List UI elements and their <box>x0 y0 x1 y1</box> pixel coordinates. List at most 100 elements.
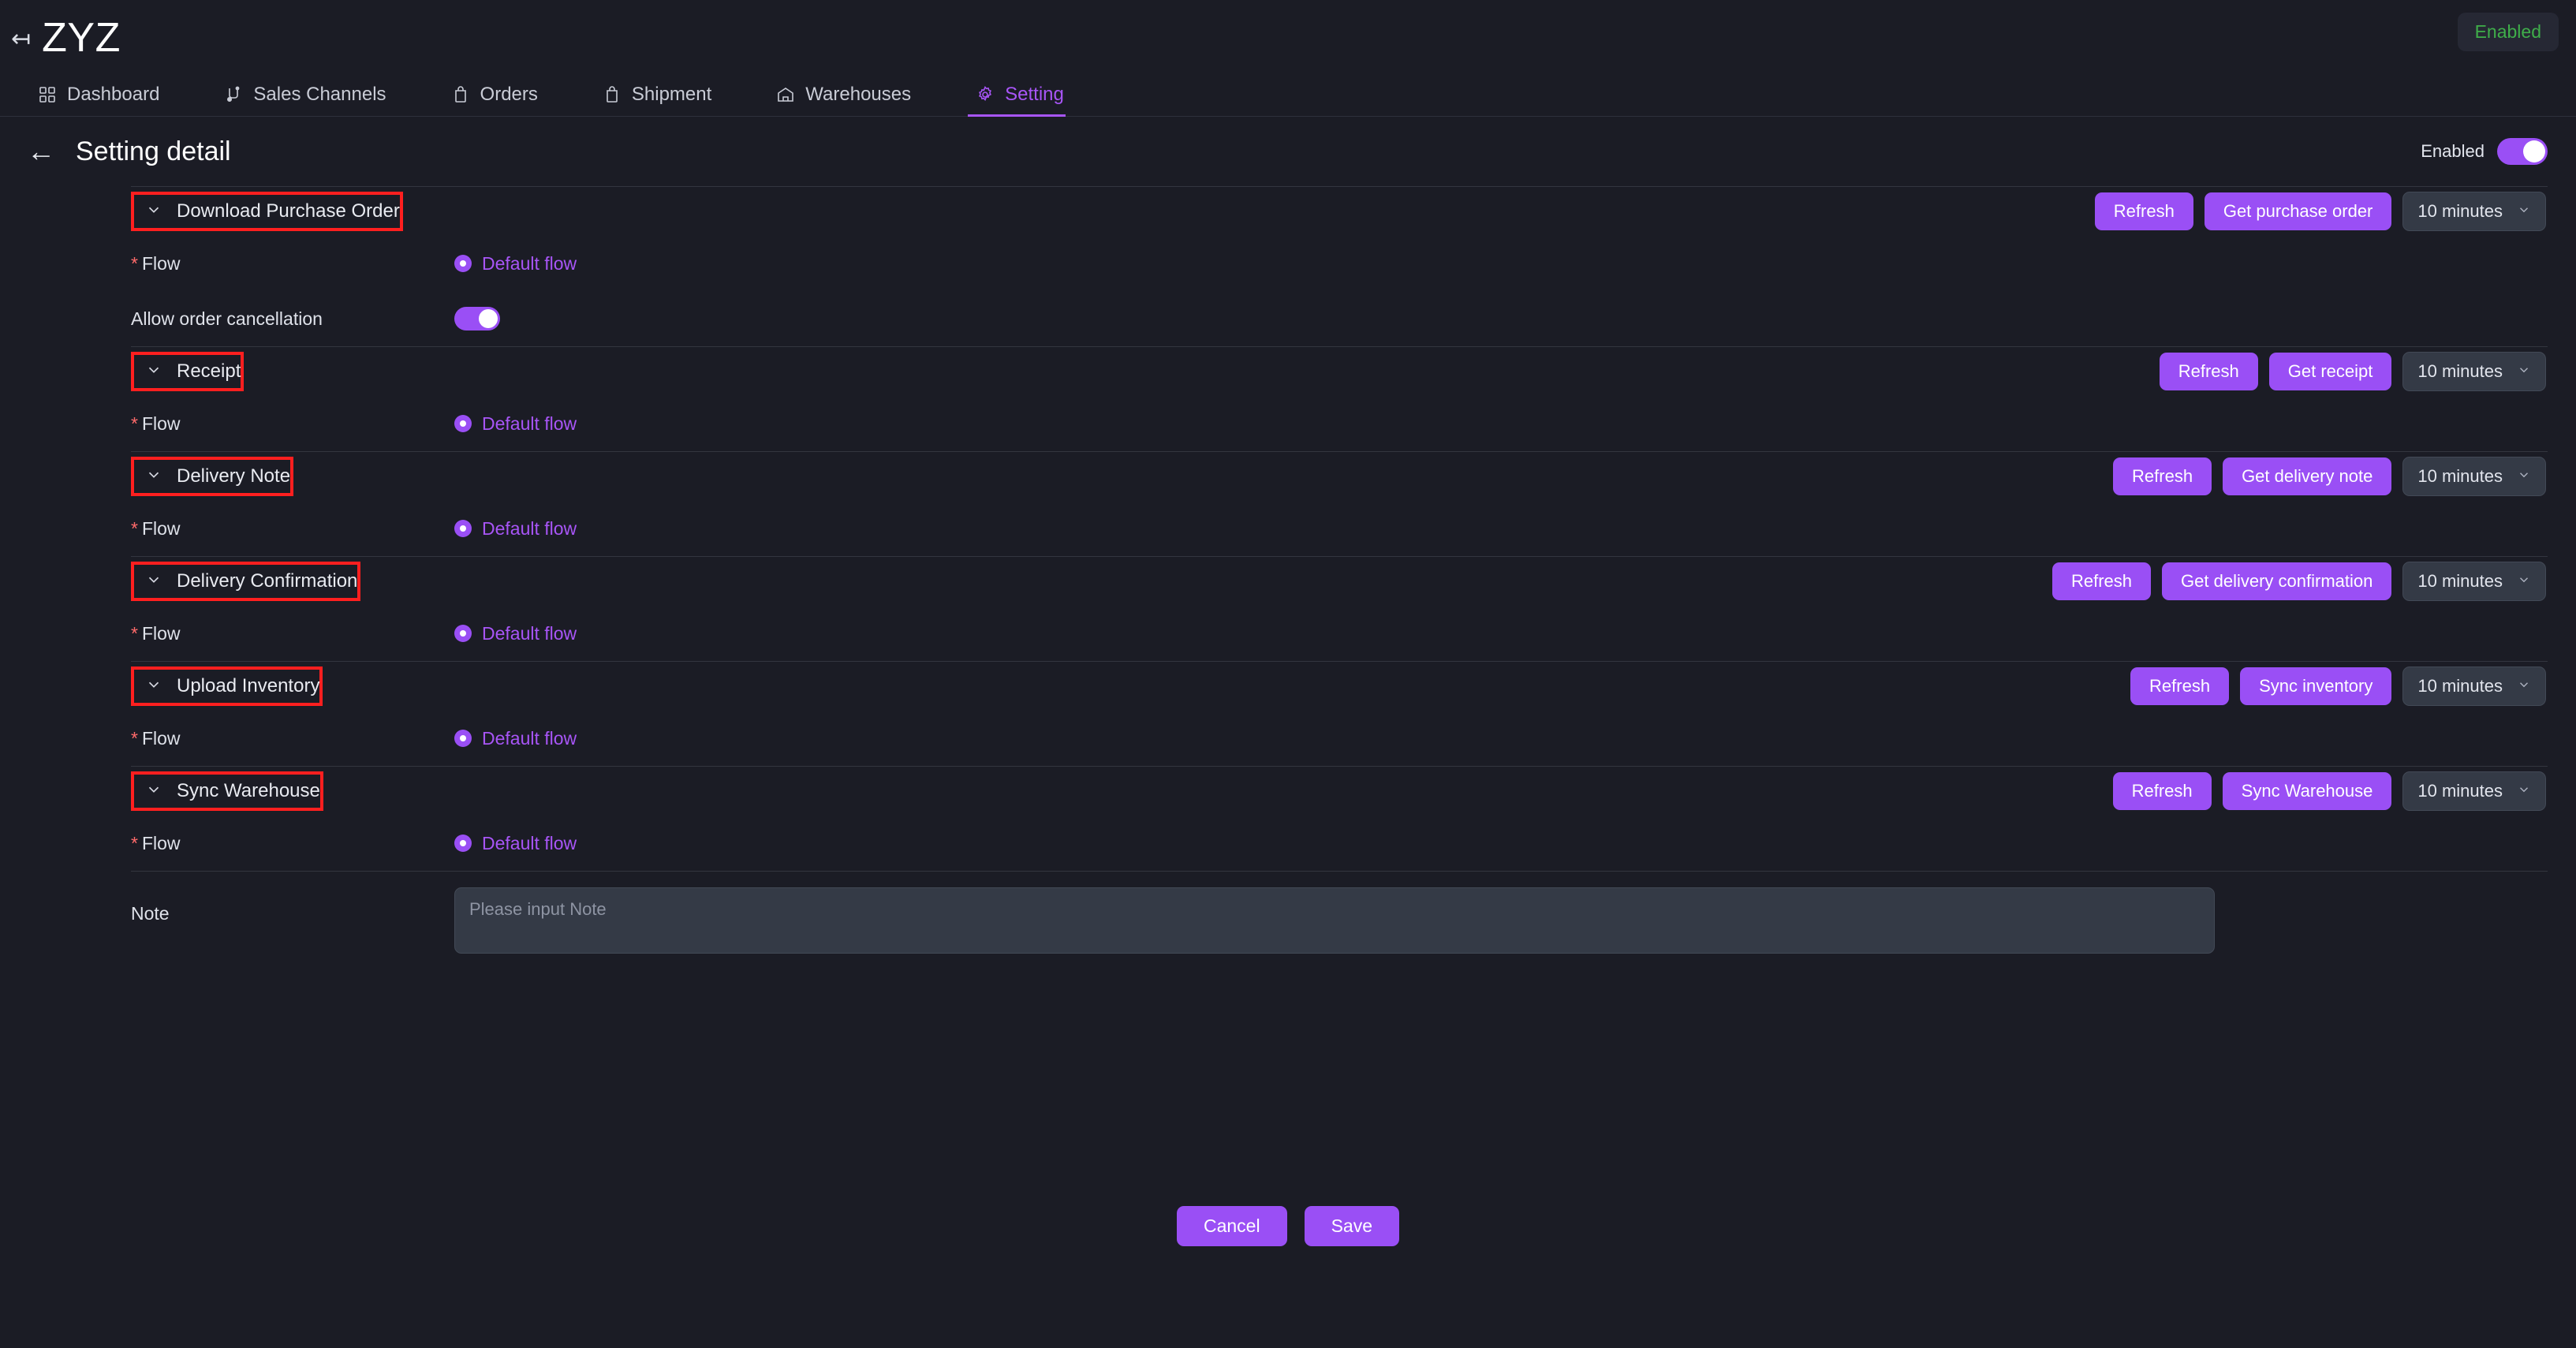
tab-dashboard-label: Dashboard <box>67 84 160 105</box>
section-action-button[interactable]: Get delivery note <box>2223 457 2392 495</box>
interval-select[interactable]: 10 minutes <box>2402 352 2546 391</box>
section-toggle-header[interactable]: Sync Warehouse <box>131 771 323 811</box>
radio-button[interactable] <box>454 730 472 747</box>
refresh-button[interactable]: Refresh <box>2159 353 2258 390</box>
flow-radio-option[interactable]: Default flow <box>454 518 577 540</box>
chevron-down-icon[interactable] <box>145 676 162 697</box>
tab-setting[interactable]: Setting <box>968 84 1089 117</box>
flow-radio-option[interactable]: Default flow <box>454 623 577 644</box>
bag-icon <box>603 85 622 104</box>
tab-warehouses-label: Warehouses <box>805 84 912 105</box>
brand-title: ZYZ <box>42 15 121 61</box>
section-header-row: Delivery Note Refresh Get delivery note 10 … <box>28 452 2548 501</box>
chevron-down-icon <box>2517 361 2531 382</box>
field-label-text: Flow <box>141 517 181 539</box>
field-label: * Flow <box>131 253 454 274</box>
interval-select[interactable]: 10 minutes <box>2402 562 2546 601</box>
section-toggle-header[interactable]: Delivery Confirmation <box>131 562 361 601</box>
interval-select[interactable]: 10 minutes <box>2402 457 2546 496</box>
app-back-icon[interactable]: ↤ <box>11 28 31 51</box>
save-button[interactable]: Save <box>1304 1206 1400 1246</box>
radio-button[interactable] <box>454 255 472 272</box>
tab-dashboard[interactable]: Dashboard <box>30 84 185 117</box>
radio-button[interactable] <box>454 520 472 537</box>
flow-radio-option[interactable]: Default flow <box>454 253 577 274</box>
settings-section: Sync Warehouse Refresh Sync Warehouse 10 mi… <box>28 766 2548 871</box>
required-asterisk: * <box>131 252 138 274</box>
radio-button[interactable] <box>454 415 472 432</box>
section-toggle-header[interactable]: Upload Inventory <box>131 667 323 706</box>
chevron-down-icon <box>2517 466 2531 487</box>
section-action-button[interactable]: Get purchase order <box>2204 192 2392 230</box>
refresh-button[interactable]: Refresh <box>2112 772 2212 810</box>
bag-icon <box>451 85 470 104</box>
section-action-button[interactable]: Sync inventory <box>2240 667 2392 705</box>
section-toggle-header[interactable]: Receipt <box>131 352 245 391</box>
interval-select[interactable]: 10 minutes <box>2402 667 2546 706</box>
enabled-control: Enabled <box>2421 138 2548 165</box>
radio-button[interactable] <box>454 625 472 642</box>
page-title: Setting detail <box>76 136 231 166</box>
chevron-down-icon <box>2517 201 2531 222</box>
interval-select-value: 10 minutes <box>2417 466 2503 486</box>
enabled-label: Enabled <box>2421 141 2485 161</box>
arrow-left-icon[interactable]: ← <box>27 137 55 166</box>
interval-select[interactable]: 10 minutes <box>2402 192 2546 231</box>
settings-section: Delivery Note Refresh Get delivery note 10 … <box>28 451 2548 556</box>
tab-shipment-label: Shipment <box>631 84 712 105</box>
radio-label: Default flow <box>482 413 577 434</box>
channels-icon <box>224 85 243 104</box>
flow-radio-option[interactable]: Default flow <box>454 728 577 749</box>
refresh-button[interactable]: Refresh <box>2052 562 2152 600</box>
section-title: Upload Inventory <box>177 675 320 696</box>
enabled-toggle[interactable] <box>2497 138 2548 165</box>
grid-icon <box>38 85 57 104</box>
app-header: ↤ ZYZ Enabled <box>0 0 2576 76</box>
section-actions: Refresh Sync inventory 10 minutes <box>2130 667 2546 706</box>
status-badge: Enabled <box>2457 13 2559 51</box>
required-asterisk: * <box>131 413 138 434</box>
section-header-row: Delivery Confirmation Refresh Get delivery… <box>28 557 2548 606</box>
section-toggle-header[interactable]: Download Purchase Order <box>131 192 403 231</box>
tab-orders-label: Orders <box>480 84 538 105</box>
flow-radio-option[interactable]: Default flow <box>454 413 577 435</box>
field-row: * Flow Default flow <box>28 606 2548 661</box>
cancel-button[interactable]: Cancel <box>1176 1206 1287 1246</box>
interval-select-value: 10 minutes <box>2417 571 2503 591</box>
interval-select[interactable]: 10 minutes <box>2402 771 2546 811</box>
section-actions: Refresh Get delivery confirmation 10 minut… <box>2052 562 2546 601</box>
section-toggle-header[interactable]: Delivery Note <box>131 457 294 496</box>
radio-label: Default flow <box>482 252 577 274</box>
chevron-down-icon[interactable] <box>145 571 162 592</box>
chevron-down-icon[interactable] <box>145 781 162 802</box>
radio-button[interactable] <box>454 835 472 852</box>
section-header-row: Sync Warehouse Refresh Sync Warehouse 10 mi… <box>28 767 2548 816</box>
refresh-button[interactable]: Refresh <box>2113 457 2212 495</box>
section-title: Download Purchase Order <box>177 200 400 222</box>
chevron-down-icon[interactable] <box>145 361 162 383</box>
chevron-down-icon[interactable] <box>145 466 162 487</box>
refresh-button[interactable]: Refresh <box>2130 667 2230 705</box>
tab-setting-label: Setting <box>1005 84 1064 105</box>
interval-select-value: 10 minutes <box>2417 361 2503 381</box>
gear-icon <box>976 85 995 104</box>
note-input[interactable] <box>454 887 2215 954</box>
flow-radio-option[interactable]: Default flow <box>454 833 577 854</box>
section-action-button[interactable]: Get delivery confirmation <box>2162 562 2392 600</box>
field-row: * Flow Default flow <box>28 501 2548 556</box>
section-title: Delivery Note <box>177 465 291 487</box>
tab-orders[interactable]: Orders <box>443 84 563 117</box>
allow-order-cancellation-toggle[interactable] <box>454 307 500 330</box>
section-action-button[interactable]: Get receipt <box>2268 353 2392 390</box>
chevron-down-icon[interactable] <box>145 201 162 222</box>
field-row: * Flow Default flow <box>28 236 2548 291</box>
tab-sales-channels[interactable]: Sales Channels <box>216 84 411 117</box>
tab-warehouses[interactable]: Warehouses <box>768 84 936 117</box>
refresh-button[interactable]: Refresh <box>2094 192 2193 230</box>
section-action-button[interactable]: Sync Warehouse <box>2222 772 2392 810</box>
required-asterisk: * <box>131 832 138 853</box>
tab-shipment[interactable]: Shipment <box>595 84 737 117</box>
section-header-row: Download Purchase Order Refresh Get purcha… <box>28 187 2548 236</box>
field-row: * Flow Default flow <box>28 711 2548 766</box>
section-header-row: Upload Inventory Refresh Sync inventory 10 … <box>28 662 2548 711</box>
